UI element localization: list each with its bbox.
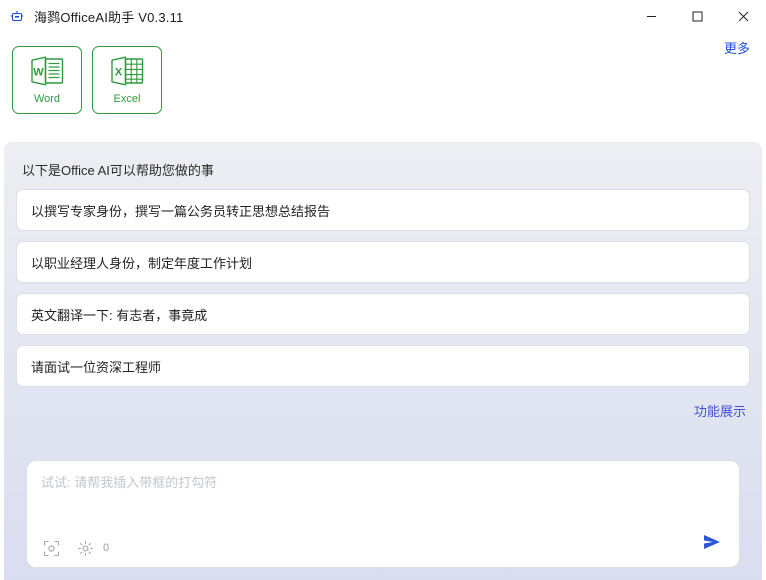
launch-tile-excel-label: Excel xyxy=(113,92,141,105)
launch-tile-word-label: Word xyxy=(33,92,61,105)
composer: 0 xyxy=(26,460,740,568)
window-controls xyxy=(628,0,766,32)
send-icon[interactable] xyxy=(699,529,725,555)
suggestion-card[interactable]: 以职业经理人身份，制定年度工作计划 xyxy=(16,241,750,283)
composer-toolbar: 0 xyxy=(41,535,725,567)
demo-link-row: 功能展示 xyxy=(16,387,750,420)
section-title: 以下是Office AI可以帮助您做的事 xyxy=(22,163,214,178)
maximize-button[interactable] xyxy=(674,0,720,32)
panel-spacer xyxy=(16,420,750,460)
chat-input[interactable] xyxy=(41,473,725,535)
suggestion-list: 以撰写专家身份，撰写一篇公务员转正思想总结报告 以职业经理人身份，制定年度工作计… xyxy=(16,189,750,387)
robot-icon xyxy=(8,7,26,25)
token-count: 0 xyxy=(103,542,110,554)
word-icon: W xyxy=(29,56,65,91)
suggestion-text: 以职业经理人身份，制定年度工作计划 xyxy=(31,255,253,271)
screenshot-icon[interactable] xyxy=(41,538,61,558)
svg-text:X: X xyxy=(115,66,123,78)
launch-tile-excel[interactable]: X Excel xyxy=(92,46,162,114)
svg-text:W: W xyxy=(33,66,44,78)
suggestion-text: 以撰写专家身份，撰写一篇公务员转正思想总结报告 xyxy=(31,203,331,219)
close-button[interactable] xyxy=(720,0,766,32)
launch-tile-word[interactable]: W Word xyxy=(12,46,82,114)
minimize-button[interactable] xyxy=(628,0,674,32)
feature-demo-link[interactable]: 功能展示 xyxy=(694,401,746,420)
more-link[interactable]: 更多 xyxy=(724,38,750,57)
content-panel: 以下是Office AI可以帮助您做的事 以撰写专家身份，撰写一篇公务员转正思想… xyxy=(4,142,762,580)
suggestion-text: 英文翻译一下: 有志者，事竟成 xyxy=(31,307,208,323)
suggestion-card[interactable]: 英文翻译一下: 有志者，事竟成 xyxy=(16,293,750,335)
suggestion-card[interactable]: 请面试一位资深工程师 xyxy=(16,345,750,387)
suggestion-text: 请面试一位资深工程师 xyxy=(31,359,162,375)
app-window: 海鹨OfficeAI助手 V0.3.11 W Word X Excel 更多 以… xyxy=(0,0,766,580)
quick-launch-bar: W Word X Excel 更多 xyxy=(0,32,766,142)
excel-icon: X xyxy=(109,56,145,91)
gear-icon[interactable] xyxy=(75,538,95,558)
suggestion-card[interactable]: 以撰写专家身份，撰写一篇公务员转正思想总结报告 xyxy=(16,189,750,231)
title-bar: 海鹨OfficeAI助手 V0.3.11 xyxy=(0,0,766,32)
window-title: 海鹨OfficeAI助手 V0.3.11 xyxy=(34,9,184,25)
